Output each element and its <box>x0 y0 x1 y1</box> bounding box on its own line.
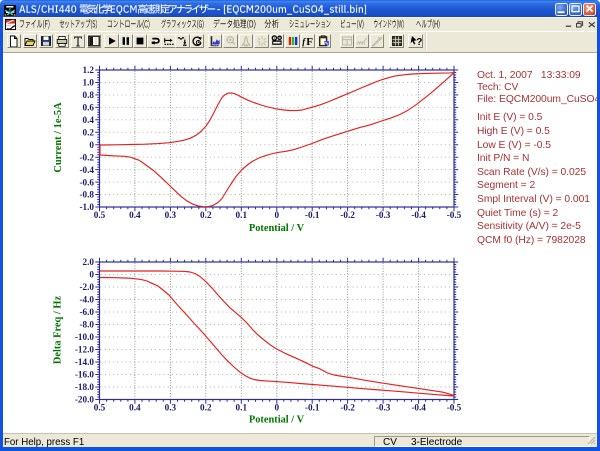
svg-text:0.5: 0.5 <box>94 403 106 413</box>
svg-text:0.2: 0.2 <box>200 403 212 413</box>
svg-text:-0.4: -0.4 <box>411 403 426 413</box>
svg-text:Potential / V: Potential / V <box>249 415 305 426</box>
svg-text:-0.3: -0.3 <box>376 210 391 220</box>
svg-text:-0.2: -0.2 <box>340 210 355 220</box>
svg-text:-0.4: -0.4 <box>79 165 94 175</box>
svg-text:-12.0: -12.0 <box>75 345 95 355</box>
svg-text:-20.0: -20.0 <box>75 395 95 405</box>
svg-text:Potential / V: Potential / V <box>249 223 305 234</box>
svg-text:-14.0: -14.0 <box>75 357 95 367</box>
svg-text:-0.2: -0.2 <box>79 152 94 162</box>
svg-text:-0.8: -0.8 <box>79 190 94 200</box>
svg-text:0.4: 0.4 <box>129 210 141 220</box>
svg-text:0.1: 0.1 <box>236 210 248 220</box>
svg-text:0: 0 <box>275 403 280 413</box>
svg-text:0.4: 0.4 <box>129 403 141 413</box>
svg-text:-0.2: -0.2 <box>340 403 355 413</box>
svg-text:0.8: 0.8 <box>83 90 95 100</box>
svg-text:0.4: 0.4 <box>83 115 95 125</box>
svg-text:Current / 1e-5A: Current / 1e-5A <box>53 102 64 173</box>
svg-text:0.6: 0.6 <box>83 103 95 113</box>
svg-text:-0.5: -0.5 <box>447 403 462 413</box>
svg-text:0: 0 <box>275 210 280 220</box>
svg-text:0.2: 0.2 <box>83 128 95 138</box>
svg-text:1.2: 1.2 <box>83 65 95 75</box>
svg-text:0.3: 0.3 <box>165 403 177 413</box>
svg-text:0.5: 0.5 <box>94 210 106 220</box>
svg-text:-0.6: -0.6 <box>79 177 94 187</box>
svg-text:-0.4: -0.4 <box>411 210 426 220</box>
svg-text:-4.0: -4.0 <box>79 295 94 305</box>
svg-text:-0.1: -0.1 <box>305 403 320 413</box>
svg-text:2.0: 2.0 <box>83 257 95 267</box>
svg-text:-2.0: -2.0 <box>79 282 94 292</box>
svg-text:-6.0: -6.0 <box>79 307 94 317</box>
svg-text:-0.5: -0.5 <box>447 210 462 220</box>
svg-text:0: 0 <box>89 140 94 150</box>
svg-text:-0.1: -0.1 <box>305 210 320 220</box>
svg-text:0: 0 <box>89 270 94 280</box>
svg-text:0.2: 0.2 <box>200 210 212 220</box>
svg-text:1.0: 1.0 <box>83 78 95 88</box>
svg-text:-18.0: -18.0 <box>75 382 95 392</box>
svg-text:0.1: 0.1 <box>236 403 248 413</box>
svg-text:0.3: 0.3 <box>165 210 177 220</box>
svg-text:-10.0: -10.0 <box>75 332 95 342</box>
svg-text:-0.3: -0.3 <box>376 403 391 413</box>
svg-text:-8.0: -8.0 <box>79 320 94 330</box>
svg-text:-16.0: -16.0 <box>75 370 95 380</box>
svg-text:-1.0: -1.0 <box>79 202 94 212</box>
svg-text:Delta Freq / Hz: Delta Freq / Hz <box>53 296 64 365</box>
